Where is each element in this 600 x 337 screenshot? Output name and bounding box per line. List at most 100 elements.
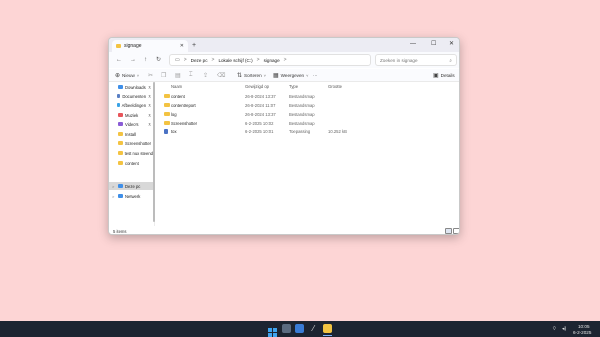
network-icon xyxy=(118,194,123,198)
image-icon xyxy=(116,103,120,107)
sidebar-scrollbar[interactable] xyxy=(153,82,155,222)
wifi-icon[interactable]: ⌔ xyxy=(552,326,557,332)
folder-icon xyxy=(118,132,123,136)
search-icon: ⌕ xyxy=(449,57,452,63)
folder-icon xyxy=(118,141,123,145)
forward-button[interactable]: → xyxy=(130,56,136,64)
pin-icon: ⊼ xyxy=(148,112,151,118)
chevron-right-icon[interactable]: > xyxy=(112,184,116,189)
details-button[interactable]: ▣ Details xyxy=(433,71,455,80)
tab-signage[interactable]: signage ✕ xyxy=(112,40,188,52)
sidebar-item-label: Afbeeldingen xyxy=(121,102,147,108)
command-bar: ⊕ Nieuw ˅ ✂ ❐ ▤ ⌶ ⇪ ⌫ ⇅ Sorteren ˅ ▦ Wee… xyxy=(109,69,459,82)
sidebar-item-label: Install xyxy=(125,131,136,137)
sidebar-item-label: Screenshotter xyxy=(125,140,152,146)
file-name: log xyxy=(171,112,177,117)
taskview-icon[interactable] xyxy=(295,324,304,333)
breadcrumb-separator: > xyxy=(211,57,215,63)
sidebar-item-documenten[interactable]: Documenten ⊼ xyxy=(109,92,153,100)
sidebar-item-label: Deze pc xyxy=(125,183,141,189)
file-date: 6-2-2025 10:02 xyxy=(245,121,274,126)
chevron-down-icon: ˅ xyxy=(263,73,266,78)
view-icon: ▦ xyxy=(273,73,279,79)
address-bar[interactable]: ▭ > Deze pc > Lokale schijf (C:) > signa… xyxy=(169,54,371,66)
view-button[interactable]: ▦ Weergeven ˅ xyxy=(273,71,308,80)
clock-date[interactable]: 6-2-2025 xyxy=(573,330,591,335)
sidebar-item-label: Netwerk xyxy=(125,193,141,199)
new-label: Nieuw xyxy=(122,73,135,78)
share-icon[interactable]: ⇪ xyxy=(203,71,208,80)
file-type: Bestandsmap xyxy=(289,112,315,117)
file-type: Bestandsmap xyxy=(289,94,315,99)
back-button[interactable]: ← xyxy=(116,56,122,64)
sidebar-item-screenshotter[interactable]: Screenshotter xyxy=(109,139,153,147)
tiles-view-button[interactable] xyxy=(453,228,459,234)
chevron-right-icon[interactable]: > xyxy=(112,194,116,199)
search-placeholder: Zoeken in signage xyxy=(380,57,418,63)
volume-icon[interactable]: ◂) xyxy=(562,326,566,332)
column-header-name[interactable]: Naam xyxy=(171,84,182,89)
breadcrumb-lokale-schijf[interactable]: Lokale schijf (C:) xyxy=(218,58,252,63)
rename-icon[interactable]: ⌶ xyxy=(189,71,193,80)
file-date: 6-2-2025 10:01 xyxy=(245,129,274,134)
maximize-button[interactable]: ☐ xyxy=(431,40,436,48)
sidebar-item-test[interactable]: test nux steend xyxy=(109,149,153,157)
breadcrumb-signage[interactable]: signage xyxy=(264,58,280,63)
folder-icon xyxy=(118,161,123,165)
column-headers: Naam Gewijzigd op Type Grootte xyxy=(162,83,454,91)
new-button[interactable]: ⊕ Nieuw ˅ xyxy=(115,71,139,80)
pin-icon: ⊼ xyxy=(148,121,151,127)
refresh-button[interactable]: ↻ xyxy=(156,56,161,64)
column-header-date[interactable]: Gewijzigd op xyxy=(245,84,269,89)
edge-icon[interactable]: ⁄ xyxy=(309,324,318,333)
sidebar-item-deze-pc[interactable]: > Deze pc xyxy=(109,182,153,190)
up-button[interactable]: ↑ xyxy=(144,56,147,64)
details-view-button[interactable] xyxy=(445,228,452,234)
file-row[interactable]: log 26-8-2024 13:37 Bestandsmap xyxy=(162,110,454,119)
delete-icon[interactable]: ⌫ xyxy=(217,71,225,80)
start-icon[interactable] xyxy=(268,324,277,337)
plus-circle-icon: ⊕ xyxy=(115,73,121,79)
cut-icon[interactable]: ✂ xyxy=(148,71,153,80)
minimize-button[interactable]: — xyxy=(410,40,416,48)
file-row[interactable]: contentreport 26-8-2024 11:07 Bestandsma… xyxy=(162,101,454,110)
tab-close-icon[interactable]: ✕ xyxy=(180,43,184,49)
sidebar-item-content[interactable]: content xyxy=(109,159,153,167)
new-tab-button[interactable]: + xyxy=(192,41,196,50)
navigation-pane: Downloads ⊼ Documenten ⊼ Afbeeldingen ⊼ … xyxy=(109,82,155,226)
file-type: Bestandsmap xyxy=(289,103,315,108)
file-name: Screenshotter xyxy=(171,121,198,126)
breadcrumb-separator: > xyxy=(256,57,260,63)
file-size: 10.252 kB xyxy=(328,129,347,134)
sidebar-item-videos[interactable]: Video's ⊼ xyxy=(109,120,153,128)
pin-icon: ⊼ xyxy=(148,102,151,108)
close-button[interactable]: ✕ xyxy=(449,40,454,48)
file-name: contentreport xyxy=(171,103,196,108)
file-type: Toepassing xyxy=(289,129,311,134)
sidebar-item-label: Documenten xyxy=(122,93,147,99)
breadcrumb-deze-pc[interactable]: Deze pc xyxy=(191,58,208,63)
paste-icon[interactable]: ▤ xyxy=(175,71,181,80)
application-icon xyxy=(164,129,168,134)
folder-icon xyxy=(164,103,170,107)
sidebar-item-netwerk[interactable]: > Netwerk xyxy=(109,192,153,200)
column-header-type[interactable]: Type xyxy=(289,84,298,89)
more-options-button[interactable]: ··· xyxy=(313,71,318,80)
sidebar-item-downloads[interactable]: Downloads ⊼ xyxy=(109,83,153,91)
search-input[interactable]: Zoeken in signage ⌕ xyxy=(375,54,457,66)
sidebar-item-label: Downloads xyxy=(125,84,146,90)
explorer-icon[interactable] xyxy=(323,324,332,333)
copy-icon[interactable]: ❐ xyxy=(161,71,166,80)
file-date: 26-8-2024 11:07 xyxy=(245,103,276,108)
column-header-size[interactable]: Grootte xyxy=(328,84,342,89)
clock-time[interactable]: 10:05 xyxy=(578,324,590,329)
sidebar-item-install[interactable]: Install xyxy=(109,130,153,138)
sidebar-item-afbeeldingen[interactable]: Afbeeldingen ⊼ xyxy=(109,101,153,109)
chevron-down-icon: ˅ xyxy=(306,73,309,78)
sidebar-item-muziek[interactable]: Muziek ⊼ xyxy=(109,111,153,119)
sort-button[interactable]: ⇅ Sorteren ˅ xyxy=(237,71,266,80)
search-icon[interactable] xyxy=(282,324,291,333)
file-row[interactable]: tox 6-2-2025 10:01 Toepassing 10.252 kB xyxy=(162,127,454,136)
file-date: 26-8-2024 13:37 xyxy=(245,94,276,99)
file-row[interactable]: content 26-8-2024 13:37 Bestandsmap xyxy=(162,92,454,101)
